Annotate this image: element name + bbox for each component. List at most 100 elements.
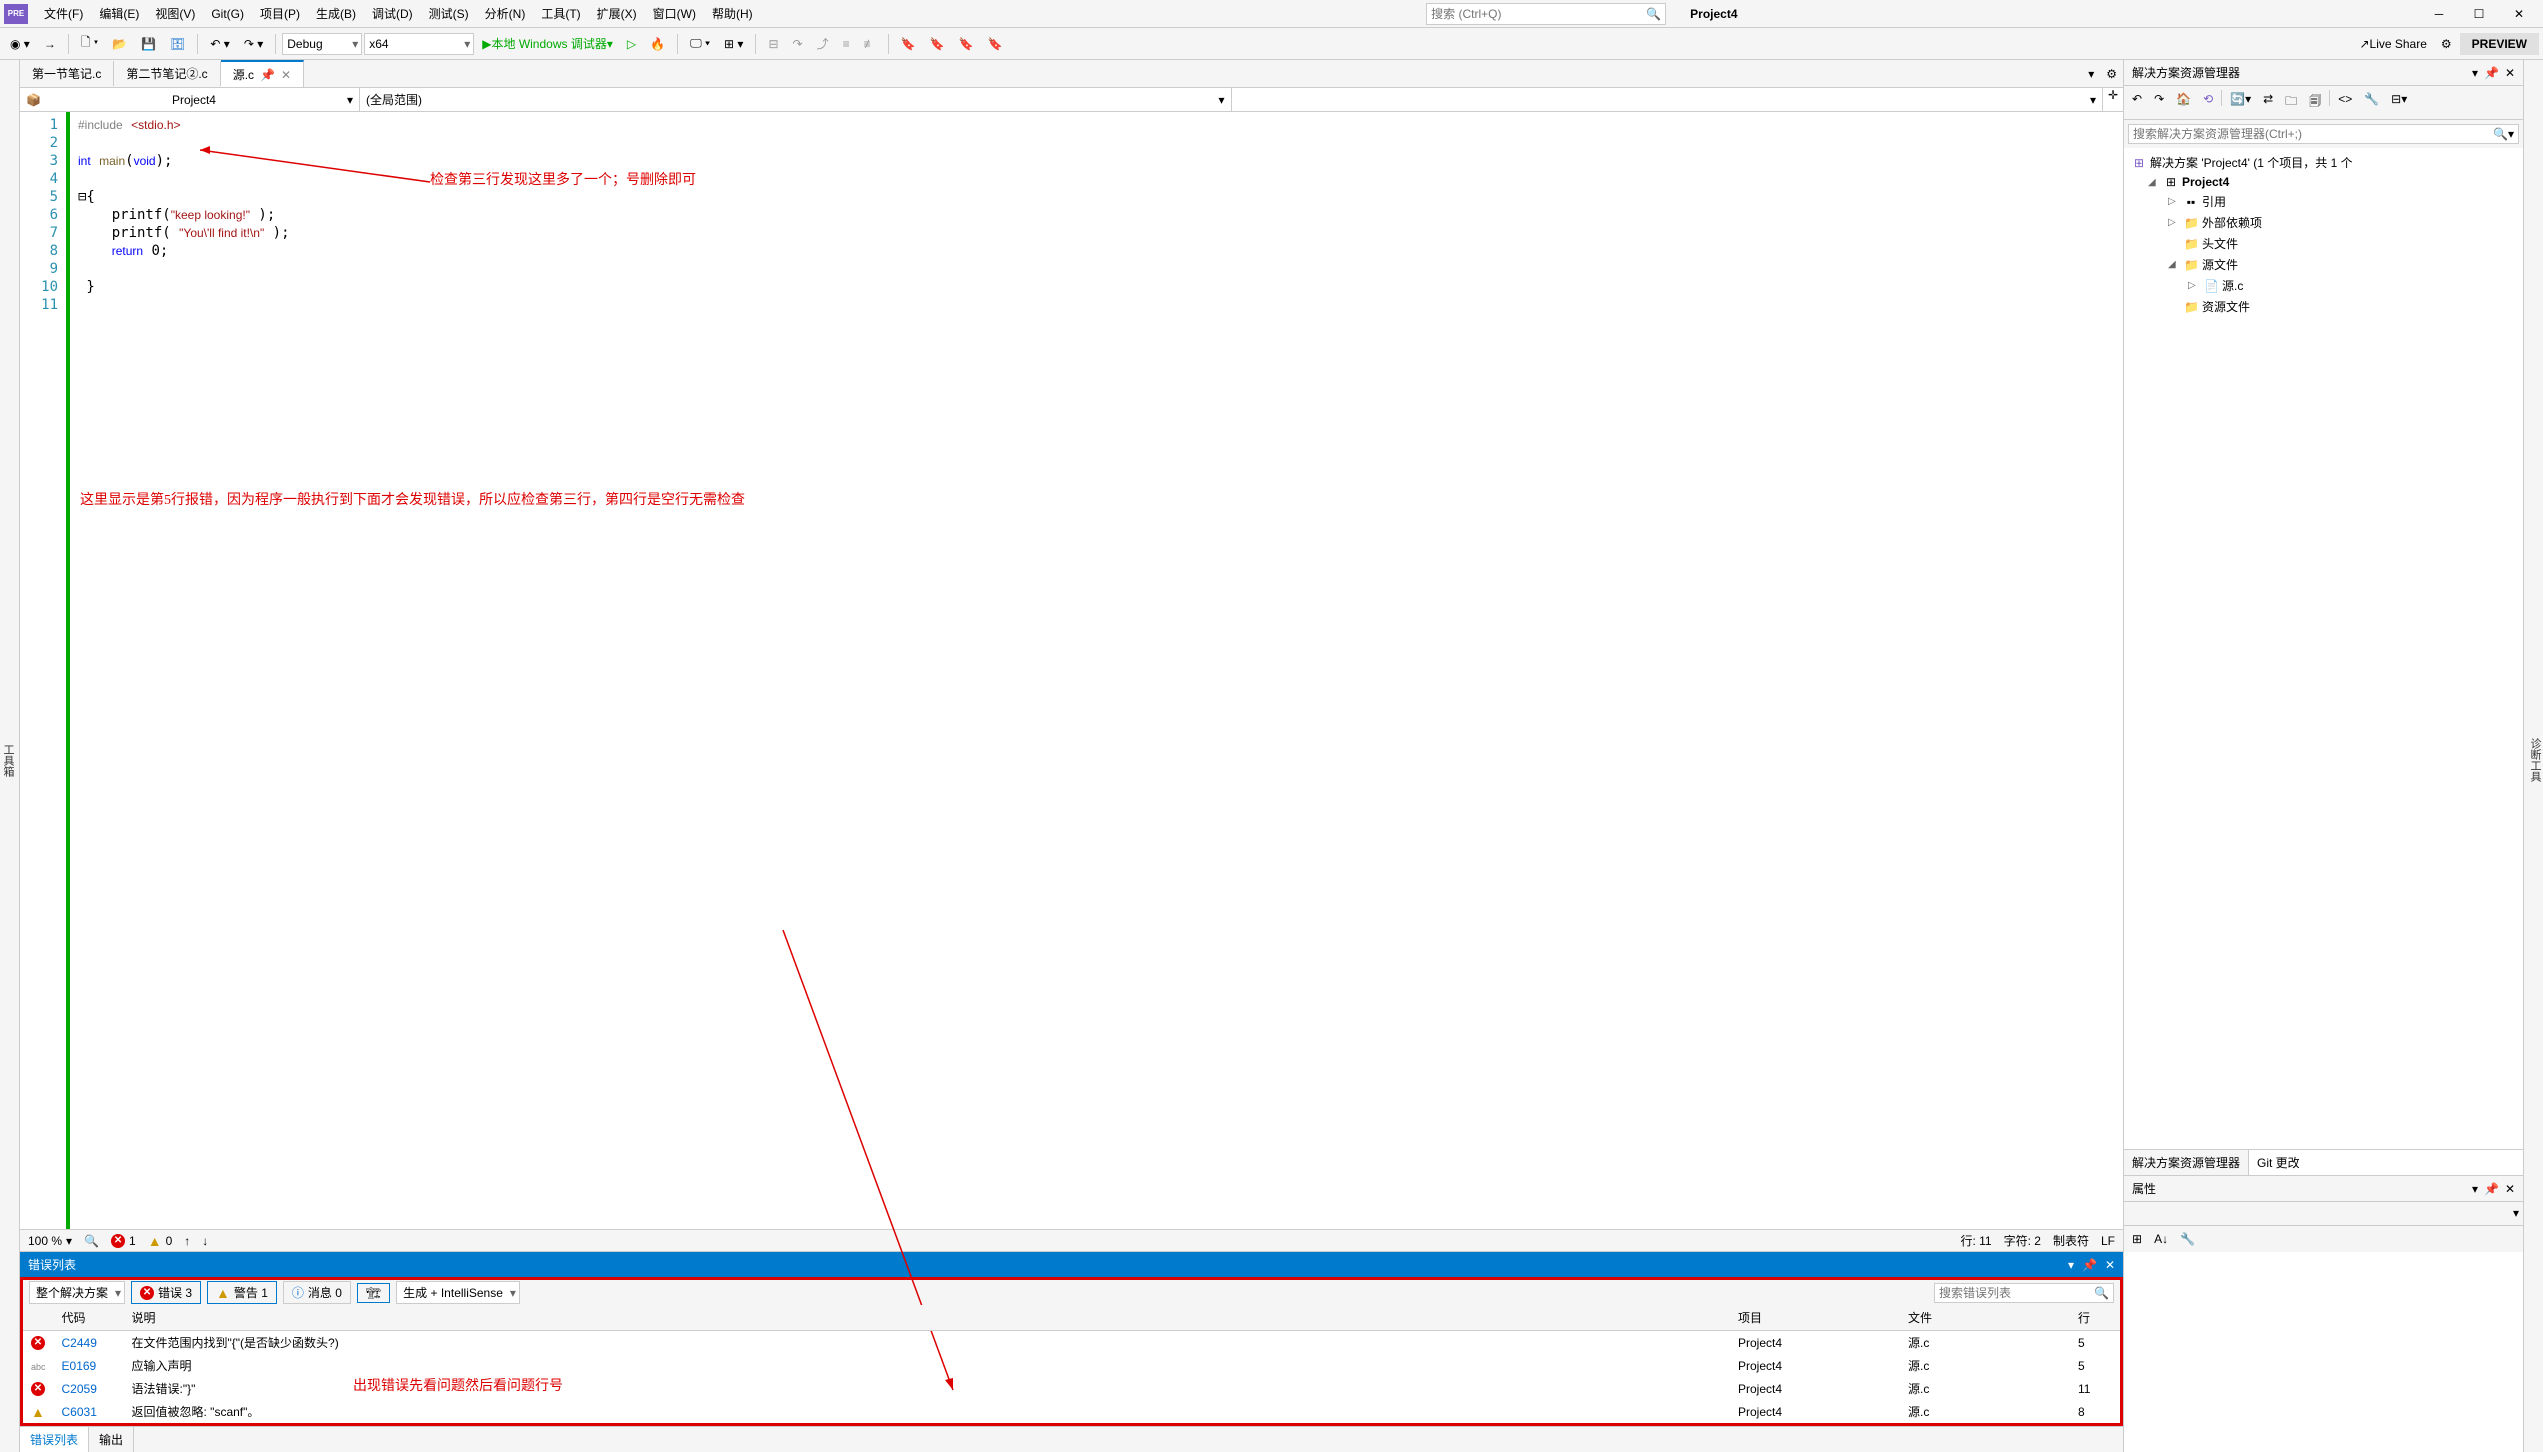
bookmark-clear-button[interactable]: 🔖: [981, 33, 1008, 55]
show-all-icon[interactable]: 🗀: [2281, 90, 2301, 115]
toolbox-sidebar[interactable]: 工具箱: [0, 60, 20, 1452]
menu-window[interactable]: 窗口(W): [645, 1, 704, 26]
solution-search-input[interactable]: [2133, 127, 2493, 141]
pin-icon[interactable]: 📌: [260, 68, 275, 82]
error-search-input[interactable]: [1939, 1286, 2094, 1300]
error-row[interactable]: abcE0169应输入声明Project4源.c5: [23, 1354, 2120, 1377]
error-count[interactable]: ✕ 1: [111, 1234, 136, 1248]
panel-close-icon[interactable]: ✕: [2505, 66, 2515, 80]
panel-dropdown-icon[interactable]: ▾: [2068, 1258, 2074, 1272]
tab-note2[interactable]: 第二节笔记②.c: [114, 61, 220, 86]
save-button[interactable]: 💾: [135, 33, 162, 55]
categorize-icon[interactable]: ⊞: [2128, 1230, 2146, 1248]
preview-button[interactable]: PREVIEW: [2460, 33, 2539, 55]
panel-pin-icon[interactable]: 📌: [2484, 66, 2499, 80]
code-editor[interactable]: 1234567891011 #include <stdio.h> int mai…: [20, 112, 2123, 1229]
panel-pin-icon[interactable]: 📌: [2082, 1258, 2097, 1272]
source-file-node[interactable]: ▷📄源.c: [2128, 275, 2519, 296]
browser-button[interactable]: 🖵 ▾: [684, 32, 716, 55]
close-button[interactable]: ✕: [2499, 0, 2539, 28]
comment-button[interactable]: ≡: [837, 33, 856, 55]
error-row[interactable]: ✕C2449在文件范围内找到"{"(是否缺少函数头?)Project4源.c5: [23, 1331, 2120, 1355]
build-filter-button[interactable]: 🏗: [357, 1283, 390, 1303]
references-node[interactable]: ▷▪▪引用: [2128, 191, 2519, 212]
zoom-level[interactable]: 100 % ▾: [28, 1234, 72, 1248]
properties-object-select[interactable]: ▾: [2124, 1202, 2523, 1226]
menu-edit[interactable]: 编辑(E): [91, 1, 147, 26]
open-button[interactable]: 📂: [106, 33, 133, 55]
minimize-button[interactable]: ─: [2419, 0, 2459, 28]
warning-count[interactable]: ▲ 0: [148, 1233, 173, 1249]
external-deps-node[interactable]: ▷📁外部依赖项: [2128, 212, 2519, 233]
split-button[interactable]: ✛: [2103, 88, 2123, 111]
close-tab-icon[interactable]: ✕: [281, 68, 291, 82]
redo-button[interactable]: ↷ ▾: [238, 33, 269, 55]
nav-up-button[interactable]: ↑: [184, 1234, 190, 1248]
bookmark-button[interactable]: 🔖: [895, 33, 922, 55]
find-button[interactable]: 🔍: [84, 1234, 99, 1248]
properties-icon[interactable]: 🔧: [2360, 90, 2383, 115]
alphabetical-icon[interactable]: A↓: [2150, 1230, 2172, 1248]
save-all-button[interactable]: 🗄: [164, 33, 191, 55]
sources-node[interactable]: ◢📁源文件: [2128, 254, 2519, 275]
menu-build[interactable]: 生成(B): [308, 1, 364, 26]
error-row[interactable]: ✕C2059语法错误:"}"Project4源.c11: [23, 1377, 2120, 1400]
scope-select[interactable]: 整个解决方案: [29, 1281, 125, 1304]
tab-note1[interactable]: 第一节笔记.c: [20, 61, 114, 86]
error-search[interactable]: 🔍: [1934, 1283, 2114, 1303]
new-project-button[interactable]: 🗋 ▾: [75, 29, 104, 58]
maximize-button[interactable]: ☐: [2459, 0, 2499, 28]
project-node[interactable]: ◢⊞Project4: [2128, 173, 2519, 191]
intellisense-select[interactable]: 生成 + IntelliSense: [396, 1281, 520, 1304]
panel-pin-icon[interactable]: 📌: [2484, 1182, 2499, 1196]
menu-view[interactable]: 视图(V): [147, 1, 203, 26]
panel-close-icon[interactable]: ✕: [2505, 1182, 2515, 1196]
nav-member-select[interactable]: ▾: [1232, 88, 2104, 111]
hot-reload-button[interactable]: 🔥: [644, 33, 671, 55]
menu-test[interactable]: 测试(S): [421, 1, 477, 26]
copy-icon[interactable]: 🗐: [2305, 90, 2325, 115]
preview-icon[interactable]: ⊟▾: [2387, 90, 2411, 115]
platform-select[interactable]: x64: [364, 33, 474, 55]
step-out-button[interactable]: ⤴: [811, 31, 835, 56]
panel-dropdown-icon[interactable]: ▾: [2472, 1182, 2478, 1196]
home-icon[interactable]: 🏠: [2172, 90, 2195, 115]
start-without-debug-button[interactable]: ▷: [621, 33, 642, 55]
tab-error-list[interactable]: 错误列表: [20, 1427, 89, 1452]
error-row[interactable]: ▲C6031返回值被忽略: "scanf"。Project4源.c8: [23, 1400, 2120, 1423]
back-icon[interactable]: ↶: [2128, 90, 2146, 115]
start-debug-button[interactable]: ▶ 本地 Windows 调试器 ▾: [476, 31, 619, 56]
messages-filter-button[interactable]: ⓘ消息 0: [283, 1281, 351, 1304]
config-select[interactable]: Debug: [282, 33, 362, 55]
menu-tools[interactable]: 工具(T): [533, 1, 588, 26]
menu-analyze[interactable]: 分析(N): [477, 1, 534, 26]
refresh-icon[interactable]: 🔄▾: [2226, 90, 2255, 115]
menu-debug[interactable]: 调试(D): [364, 1, 421, 26]
props-wrench-icon[interactable]: 🔧: [2176, 1230, 2199, 1248]
sync-icon[interactable]: ⟲: [2199, 90, 2217, 115]
tab-output[interactable]: 输出: [89, 1427, 134, 1452]
forward-icon[interactable]: ↷: [2150, 90, 2168, 115]
menu-help[interactable]: 帮助(H): [704, 1, 761, 26]
live-share-button[interactable]: ↗ Live Share: [2353, 33, 2432, 55]
view-code-icon[interactable]: <>: [2334, 90, 2356, 115]
solution-search[interactable]: 🔍▾: [2128, 124, 2519, 144]
back-button[interactable]: ◉ ▾: [4, 33, 36, 55]
layout-button[interactable]: ⊞ ▾: [718, 33, 749, 55]
bookmark-next-button[interactable]: 🔖: [953, 33, 980, 55]
nav-project-select[interactable]: 📦 Project4▾: [20, 88, 360, 111]
tab-settings-button[interactable]: ⚙: [2100, 63, 2123, 85]
solution-node[interactable]: ⊞解决方案 'Project4' (1 个项目，共 1 个: [2128, 152, 2519, 173]
diagnostics-sidebar[interactable]: 诊断工具: [2523, 60, 2543, 1452]
warnings-filter-button[interactable]: ▲警告 1: [207, 1281, 277, 1304]
tab-solution-explorer[interactable]: 解决方案资源管理器: [2124, 1150, 2249, 1175]
headers-node[interactable]: 📁头文件: [2128, 233, 2519, 254]
tab-dropdown-button[interactable]: ▾: [2082, 63, 2100, 85]
menu-project[interactable]: 项目(P): [252, 1, 308, 26]
tab-git-changes[interactable]: Git 更改: [2249, 1150, 2308, 1175]
collapse-icon[interactable]: ⇄: [2259, 90, 2277, 115]
resources-node[interactable]: 📁资源文件: [2128, 296, 2519, 317]
menu-file[interactable]: 文件(F): [36, 1, 91, 26]
bookmark-prev-button[interactable]: 🔖: [924, 33, 951, 55]
undo-button[interactable]: ↶ ▾: [204, 33, 235, 55]
